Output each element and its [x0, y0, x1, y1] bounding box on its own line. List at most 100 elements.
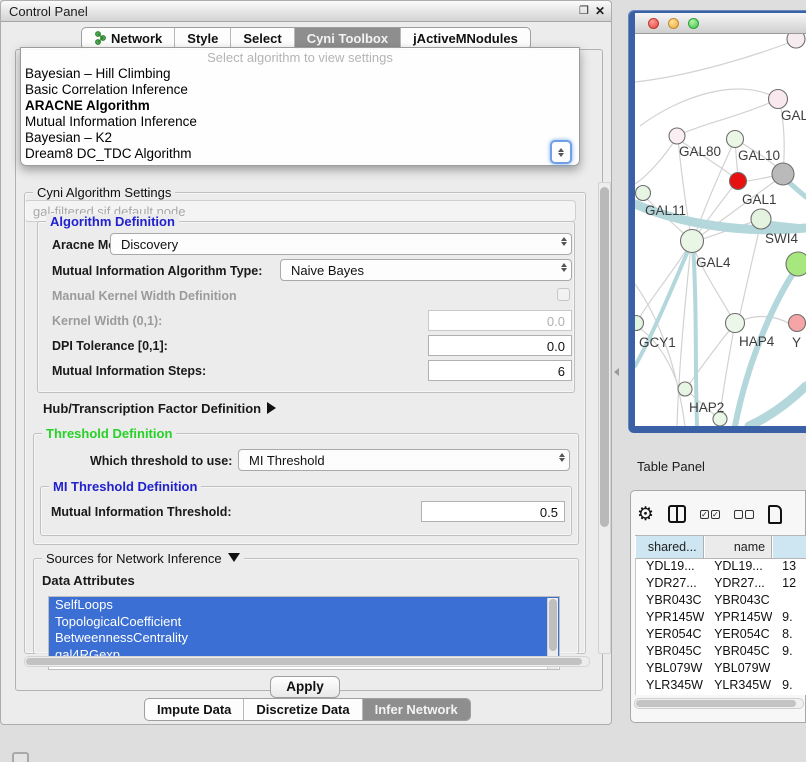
attribute-item[interactable]: TopologicalCoefficient — [49, 614, 559, 631]
dpi-tolerance-field[interactable]: 0.0 — [428, 335, 572, 356]
tab-label: Select — [243, 31, 281, 46]
tab-impute-data[interactable]: Impute Data — [145, 699, 244, 720]
settings-vertical-scrollbar[interactable] — [598, 182, 611, 654]
export-table-icon[interactable] — [768, 505, 782, 524]
close-traffic-light-icon[interactable] — [648, 18, 659, 29]
table-cell: YBR043C — [636, 593, 704, 610]
algorithm-definition-group: Algorithm Definition Aracne Mode: Discov… — [37, 221, 575, 393]
network-node[interactable] — [636, 186, 651, 201]
table-row[interactable]: YBL079WYBL079W — [636, 661, 806, 678]
tab-infer-network[interactable]: Infer Network — [363, 699, 470, 720]
algorithm-option[interactable]: Bayesian – K2 — [21, 130, 579, 146]
close-window-icon[interactable]: ✕ — [595, 4, 605, 18]
tab-label: Style — [187, 31, 218, 46]
tab-network[interactable]: Network — [82, 28, 175, 49]
mi-type-combobox[interactable]: Naive Bayes — [280, 259, 572, 281]
table-row[interactable]: YLR345WYLR345W9. — [636, 678, 806, 695]
aracne-mode-value: Discovery — [121, 237, 178, 252]
tab-style[interactable]: Style — [175, 28, 231, 49]
node-label: GAL10 — [738, 148, 780, 163]
mi-steps-label: Mutual Information Steps: — [52, 364, 206, 378]
gear-icon[interactable]: ⚙ — [637, 503, 654, 526]
network-node[interactable] — [786, 252, 806, 276]
table-cell: YER054C — [636, 627, 704, 644]
network-node[interactable] — [789, 315, 806, 332]
table-row[interactable]: YBR043CYBR043C — [636, 593, 806, 610]
settings-horizontal-scrollbar[interactable] — [24, 656, 590, 667]
table-cell: 9. — [772, 644, 806, 661]
network-node[interactable] — [678, 382, 692, 396]
chevron-right-icon — [267, 402, 276, 414]
hub-definition-toggle[interactable]: Hub/Transcription Factor Definition — [43, 401, 276, 416]
column-header[interactable]: shared... — [635, 536, 704, 558]
apply-button[interactable]: Apply — [270, 676, 340, 698]
algorithm-option[interactable]: Basic Correlation Inference — [21, 82, 579, 98]
attribute-item[interactable]: BetweennessCentrality — [49, 630, 559, 647]
table-cell: 9. — [772, 678, 806, 695]
tab-label: Cyni Toolbox — [307, 31, 388, 46]
network-node[interactable] — [726, 314, 745, 333]
table-body: YDL19...YDL19...13YDR27...YDR27...12YBR0… — [635, 559, 806, 695]
column-chooser-icon[interactable] — [668, 505, 686, 523]
table-cell: YDL19... — [704, 559, 772, 576]
tab-discretize-data[interactable]: Discretize Data — [244, 699, 362, 720]
table-cell: YBL079W — [704, 661, 772, 678]
network-node[interactable] — [727, 131, 744, 148]
algorithm-combobox-arrow-button[interactable] — [550, 140, 572, 164]
network-graph-canvas[interactable]: GALGAL80GAL10GAL1GAL11SWI4GAL4GCY1HAP4YH… — [635, 34, 806, 426]
manual-kernel-checkbox[interactable] — [557, 288, 570, 301]
network-node[interactable] — [635, 316, 644, 331]
splitpane-divider-handle[interactable] — [614, 368, 620, 378]
table-cell: 8. — [772, 627, 806, 644]
table-row[interactable]: YBR045CYBR045C9. — [636, 644, 806, 661]
cyni-algorithm-settings-group: Cyni Algorithm Settings Algorithm Defini… — [24, 192, 586, 654]
mi-threshold-field[interactable]: 0.5 — [421, 501, 565, 522]
table-horizontal-scrollbar[interactable] — [634, 698, 804, 709]
table-cell — [772, 661, 806, 678]
scrollbar-thumb[interactable] — [600, 187, 609, 527]
scrollbar-thumb[interactable] — [636, 700, 796, 707]
algorithm-option[interactable]: Dream8 DC_TDC Algorithm — [21, 146, 579, 162]
network-node[interactable] — [772, 163, 794, 185]
table-row[interactable]: YPR145WYPR145W9. — [636, 610, 806, 627]
sources-toggle[interactable]: Sources for Network Inference — [42, 551, 244, 566]
table-cell: YBR045C — [636, 644, 704, 661]
network-node[interactable] — [787, 34, 805, 48]
table-row[interactable]: YDL19...YDL19...13 — [636, 559, 806, 576]
zoom-traffic-light-icon[interactable] — [688, 18, 699, 29]
select-all-icon[interactable]: ✓✓ — [700, 510, 720, 519]
algorithm-option[interactable]: ARACNE Algorithm — [21, 98, 579, 114]
table-cell: YER054C — [704, 627, 772, 644]
tab-label: Infer Network — [375, 702, 458, 717]
tab-label: Discretize Data — [256, 702, 349, 717]
mi-steps-field[interactable]: 6 — [428, 360, 572, 381]
network-node[interactable] — [730, 173, 747, 190]
table-row[interactable]: YER054CYER054C8. — [636, 627, 806, 644]
table-cell: YDR27... — [636, 576, 704, 593]
node-label: GAL1 — [742, 192, 777, 207]
column-header[interactable]: name — [704, 536, 773, 558]
aracne-mode-combobox[interactable]: Discovery — [110, 233, 572, 255]
attribute-item[interactable]: SelfLoops — [49, 597, 559, 614]
column-header[interactable] — [772, 536, 806, 558]
collapsed-panel-icon[interactable] — [12, 752, 29, 762]
which-threshold-combobox[interactable]: MI Threshold — [238, 449, 570, 471]
deselect-all-icon[interactable] — [734, 510, 754, 519]
network-node[interactable] — [769, 90, 788, 109]
table-row[interactable]: YDR27...YDR27...12 — [636, 576, 806, 593]
tab-select[interactable]: Select — [231, 28, 294, 49]
algorithm-option[interactable]: Mutual Information Inference — [21, 114, 579, 130]
network-node[interactable] — [751, 209, 771, 229]
scrollbar-thumb[interactable] — [549, 599, 557, 651]
algorithm-option[interactable]: Bayesian – Hill Climbing — [21, 66, 579, 82]
network-node[interactable] — [669, 128, 685, 144]
scrollbar-thumb[interactable] — [26, 658, 582, 665]
tab-cyni-toolbox[interactable]: Cyni Toolbox — [295, 28, 401, 49]
table-cell: 13 — [772, 559, 806, 576]
table-cell: YLR345W — [636, 678, 704, 695]
tab-jactivemnodules[interactable]: jActiveMNodules — [401, 28, 530, 49]
kernel-width-field[interactable]: 0.0 — [428, 310, 572, 331]
network-node[interactable] — [681, 230, 704, 253]
minimize-traffic-light-icon[interactable] — [668, 18, 679, 29]
float-window-icon[interactable]: ❐ — [579, 4, 589, 17]
